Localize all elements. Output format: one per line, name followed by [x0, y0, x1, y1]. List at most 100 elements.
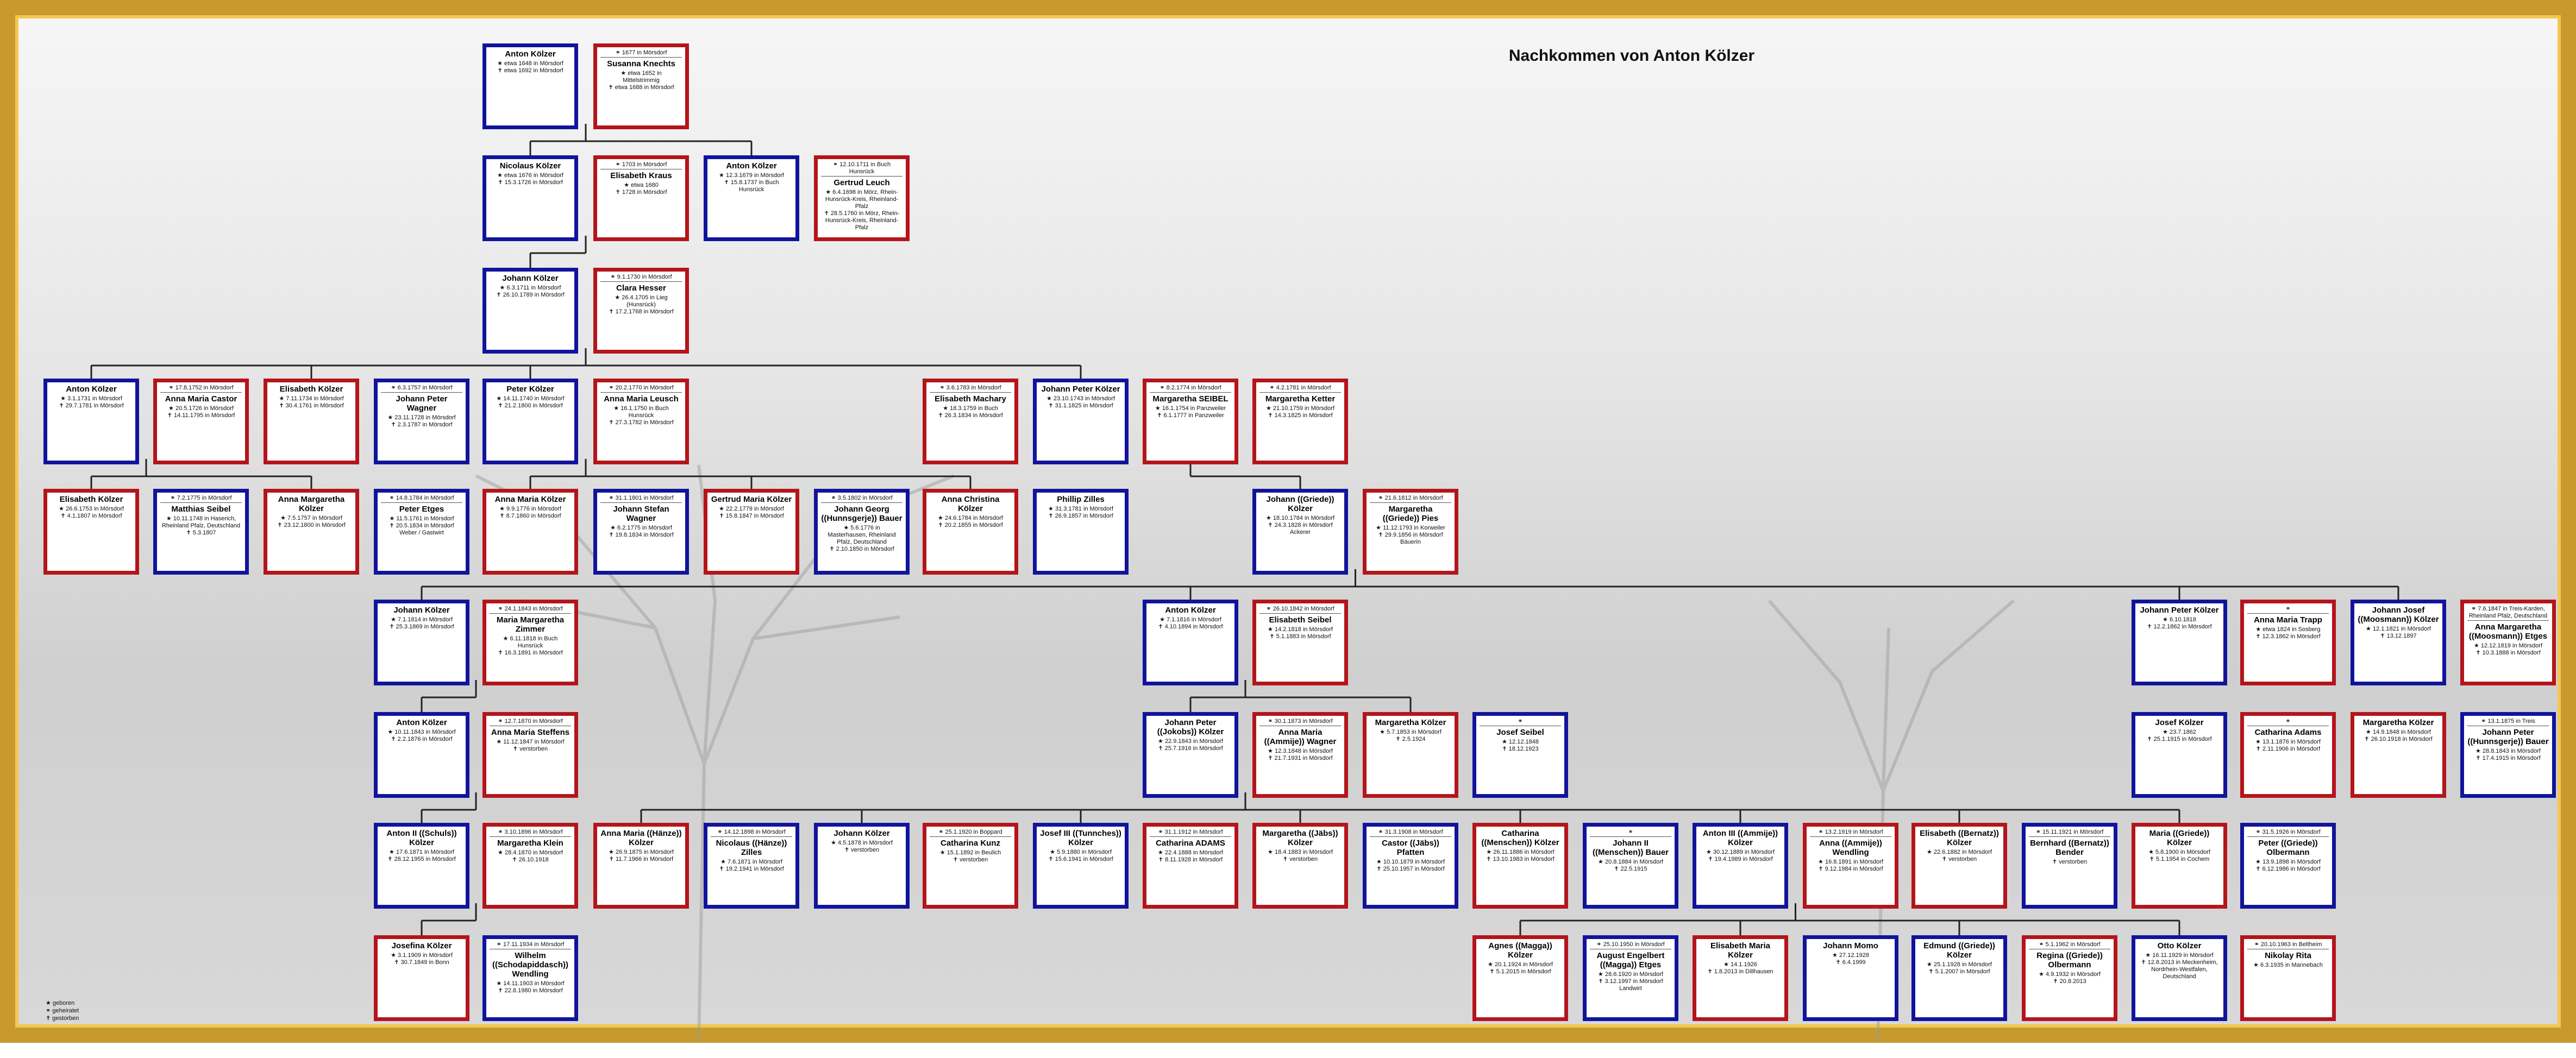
person-card[interactable]: Johann ((Griede)) Kölzer ★ 18.10.1784 in …	[1252, 489, 1348, 575]
person-card[interactable]: Johann Peter Kölzer ★ 23.10.1743 in Mörsd…	[1033, 379, 1129, 464]
person-card[interactable]: ⚭ 3.6.1783 in Mörsdorf Elisabeth Machary ★…	[923, 379, 1018, 464]
person-name: Nikolay Rita	[2265, 951, 2311, 960]
person-name: Nicolaus Kölzer	[499, 161, 561, 171]
person-card[interactable]: ⚭ 7.6.1847 in Treis-Karden, Rheinland Pf…	[2460, 600, 2556, 685]
person-card[interactable]: Johann Kölzer ★ 4.5.1878 in Mörsdorf ✝ ver…	[814, 823, 910, 909]
person-name: Johann Kölzer	[393, 606, 450, 615]
person-name: Johann Stefan Wagner	[613, 505, 669, 523]
person-card[interactable]: Maria ((Griede)) Kölzer ★ 5.8.1900 in Mör…	[2132, 823, 2227, 909]
person-card[interactable]: ⚭ 25.1.1920 in Boppard Catharina Kunz ★ 15…	[923, 823, 1018, 909]
marriage-date: ⚭ 21.6.1812 in Mörsdorf	[1370, 495, 1451, 503]
person-card[interactable]: Anton Kölzer ★ 12.3.1679 in Mörsdorf ✝ 15.…	[704, 155, 799, 241]
life-event: ★ 22.6.1882 in Mörsdorf	[1927, 849, 1992, 855]
person-card[interactable]: Catharina ((Menschen)) Kölzer ★ 26.11.188…	[1472, 823, 1568, 909]
marriage-date: ⚭ 25.1.1920 in Boppard	[930, 829, 1011, 837]
person-card[interactable]: Nicolaus Kölzer ★ etwa 1676 in Mörsdorf ✝ …	[482, 155, 578, 241]
person-card[interactable]: Agnes ((Magga)) Kölzer ★ 20.1.1924 in Mör…	[1472, 935, 1568, 1021]
person-card[interactable]: Peter Kölzer ★ 14.11.1740 in Mörsdorf ✝ 21…	[482, 379, 578, 464]
person-name: Anna Margaretha Kölzer	[278, 495, 345, 513]
person-card[interactable]: ⚭ Johann II ((Menschen)) Bauer ★ 20.8.1884…	[1583, 823, 1678, 909]
person-name: Anton II ((Schuls)) Kölzer	[386, 829, 457, 847]
person-card[interactable]: Josef Kölzer ★ 23.7.1862 ✝ 25.1.1915 in Mö…	[2132, 712, 2227, 798]
person-card[interactable]: Anton Kölzer ★ 7.1.1816 in Mörsdorf ✝ 4.10…	[1143, 600, 1238, 685]
person-card[interactable]: Margaretha Kölzer ★ 5.7.1853 in Mörsdorf ✝…	[1363, 712, 1458, 798]
person-card[interactable]: ⚭ 20.2.1770 in Mörsdorf Anna Maria Leusch…	[593, 379, 689, 464]
person-card[interactable]: ⚭ 9.1.1730 in Mörsdorf Clara Hesser ★ 26.4…	[593, 268, 689, 354]
person-card[interactable]: Anna Christina Kölzer ★ 24.6.1784 in Mörs…	[923, 489, 1018, 575]
person-card[interactable]: Anna Margaretha Kölzer ★ 7.5.1757 in Mörs…	[264, 489, 359, 575]
life-event: ★ 5.8.1900 in Mörsdorf	[2148, 849, 2210, 855]
life-event: ★ etwa 1652 in	[621, 70, 662, 77]
person-card[interactable]: ⚭ 12.10.1711 in Buch Hunsrück Gertrud Leu…	[814, 155, 910, 241]
person-card[interactable]: Anton II ((Schuls)) Kölzer ★ 17.6.1871 in…	[374, 823, 469, 909]
life-event: ✝ 4.1.1807 in Mörsdorf	[60, 513, 122, 519]
person-card[interactable]: Phillip Zilles ★ 31.3.1781 in Mörsdorf ✝ 2…	[1033, 489, 1129, 575]
person-card[interactable]: ⚭ 4.2.1781 in Mörsdorf Margaretha Ketter ★…	[1252, 379, 1348, 464]
person-card[interactable]: ⚭ 30.1.1873 in Mörsdorf Anna Maria ((Ammi…	[1252, 712, 1348, 798]
person-card[interactable]: Edmund ((Griede)) Kölzer ★ 25.1.1928 in M…	[1911, 935, 2007, 1021]
person-card[interactable]: Johann Josef ((Moosmann)) Kölzer ★ 12.1.1…	[2351, 600, 2446, 685]
person-card[interactable]: ⚭ 7.2.1775 in Mörsdorf Matthias Seibel ★ 1…	[153, 489, 249, 575]
person-card[interactable]: Elisabeth ((Bernatz)) Kölzer ★ 22.6.1882 …	[1911, 823, 2007, 909]
person-card[interactable]: ⚭ 24.1.1843 in Mörsdorf Maria Margaretha …	[482, 600, 578, 685]
person-card[interactable]: ⚭ Catharina Adams ★ 13.1.1876 in Mörsdorf ✝…	[2240, 712, 2336, 798]
person-card[interactable]: ⚭ 31.1.1912 in Mörsdorf Catharina ADAMS ★ …	[1143, 823, 1238, 909]
life-event: ✝ 26.10.1918	[512, 857, 549, 863]
life-event: ✝ 15.6.1941 in Mörsdorf	[1048, 856, 1113, 862]
person-card[interactable]: ⚭ 12.7.1870 in Mörsdorf Anna Maria Steffe…	[482, 712, 578, 798]
person-card[interactable]: Anna Maria Kölzer ★ 9.9.1776 in Mörsdorf ✝…	[482, 489, 578, 575]
person-card[interactable]: ⚭ 1677 in Mörsdorf Susanna Knechts ★ etwa …	[593, 43, 689, 129]
life-event: ★ 12.3.1679 in Mörsdorf	[719, 172, 784, 179]
life-event: ✝ 5.3.1807	[186, 530, 216, 536]
person-card[interactable]: Margaretha Kölzer ★ 14.9.1848 in Mörsdorf…	[2351, 712, 2446, 798]
person-card[interactable]: ⚭ Anna Maria Trapp ★ etwa 1824 in Sosberg ✝…	[2240, 600, 2336, 685]
person-card[interactable]: Anton Kölzer ★ etwa 1648 in Mörsdorf ✝ etw…	[482, 43, 578, 129]
life-event: ★ 12.1.1821 in Mörsdorf	[2366, 626, 2431, 632]
person-card[interactable]: ⚭ 3.10.1896 in Mörsdorf Margaretha Klein ★…	[482, 823, 578, 909]
life-event: ★ etwa 1680	[624, 182, 659, 188]
person-card[interactable]: Elisabeth Maria Kölzer ★ 14.1.1926 ✝ 1.8.2…	[1693, 935, 1788, 1021]
person-card[interactable]: ⚭ 31.5.1926 in Mörsdorf Peter ((Griede)) …	[2240, 823, 2336, 909]
person-card[interactable]: Johann Kölzer ★ 6.3.1711 in Mörsdorf ✝ 26.…	[482, 268, 578, 354]
person-card[interactable]: Otto Kölzer ★ 16.11.1929 in Mörsdorf ✝ 12.…	[2132, 935, 2227, 1021]
person-name: Anna Maria Trapp	[2254, 615, 2322, 625]
person-card[interactable]: Elisabeth Kölzer ★ 7.11.1734 in Mörsdorf ✝…	[264, 379, 359, 464]
person-card[interactable]: ⚭ 26.10.1842 in Mörsdorf Elisabeth Seibel…	[1252, 600, 1348, 685]
person-card[interactable]: ⚭ Josef Seibel ★ 12.12.1848 ✝ 18.12.1923	[1472, 712, 1568, 798]
person-card[interactable]: Anna Maria ((Hänze)) Kölzer ★ 26.9.1875 i…	[593, 823, 689, 909]
person-card[interactable]: Margaretha ((Jäbs)) Kölzer ★ 18.4.1883 in…	[1252, 823, 1348, 909]
person-card[interactable]: ⚭ 17.8.1752 in Mörsdorf Anna Maria Castor…	[153, 379, 249, 464]
person-card[interactable]: ⚭ 3.5.1802 in Mörsdorf Johann Georg ((Hun…	[814, 489, 910, 575]
person-card[interactable]: Elisabeth Kölzer ★ 26.6.1753 in Mörsdorf ✝…	[43, 489, 139, 575]
life-event: ★ 3.1.1909 in Mörsdorf	[391, 952, 453, 959]
person-card[interactable]: ⚭ 8.2.1774 in Mörsdorf Margaretha SEIBEL ★…	[1143, 379, 1238, 464]
person-card[interactable]: Josef III ((Tunnches)) Kölzer ★ 5.9.1880 …	[1033, 823, 1129, 909]
person-card[interactable]: Johann Kölzer ★ 7.1.1814 in Mörsdorf ✝ 25.…	[374, 600, 469, 685]
person-card[interactable]: ⚭ 14.8.1784 in Mörsdorf Peter Etges ★ 11.5…	[374, 489, 469, 575]
person-card[interactable]: ⚭ 15.11.1921 in Mörsdorf Bernhard ((Berna…	[2022, 823, 2117, 909]
person-name: Anton Kölzer	[1165, 606, 1216, 615]
person-card[interactable]: Josefina Kölzer ★ 3.1.1909 in Mörsdorf ✝ 3…	[374, 935, 469, 1021]
person-card[interactable]: ⚭ 5.1.1962 in Mörsdorf Regina ((Griede)) …	[2022, 935, 2117, 1021]
person-card[interactable]: ⚭ 1703 in Mörsdorf Elisabeth Kraus ★ etwa …	[593, 155, 689, 241]
person-card[interactable]: ⚭ 17.11.1934 in Mörsdorf Wilhelm ((Schoda…	[482, 935, 578, 1021]
person-card[interactable]: ⚭ 31.3.1908 in Mörsdorf Castor ((Jäbs)) P…	[1363, 823, 1458, 909]
person-card[interactable]: Anton Kölzer ★ 10.11.1843 in Mörsdorf ✝ 2.…	[374, 712, 469, 798]
person-card[interactable]: ⚭ 13.2.1919 in Mörsdorf Anna ((Ammije)) W…	[1803, 823, 1898, 909]
person-card[interactable]: Johann Momo ★ 27.12.1928 ✝ 6.4.1999	[1803, 935, 1898, 1021]
person-card[interactable]: ⚭ 31.1.1801 in Mörsdorf Johann Stefan Wag…	[593, 489, 689, 575]
person-card[interactable]: ⚭ 14.12.1898 in Mörsdorf Nicolaus ((Hänze…	[704, 823, 799, 909]
person-card[interactable]: Gertrud Maria Kölzer ★ 22.2.1779 in Mörsd…	[704, 489, 799, 575]
person-card[interactable]: Anton Kölzer ★ 3.1.1731 in Mörsdorf ✝ 29.7…	[43, 379, 139, 464]
life-event: ✝ verstorben	[1941, 856, 1977, 862]
person-card[interactable]: ⚭ 25.10.1950 in Mörsdorf August Engelbert…	[1583, 935, 1678, 1021]
person-card[interactable]: Anton III ((Ammije)) Kölzer ★ 30.12.1889 …	[1693, 823, 1788, 909]
person-card[interactable]: ⚭ 6.3.1757 in Mörsdorf Johann Peter Wagne…	[374, 379, 469, 464]
marriage-date: ⚭	[2247, 606, 2329, 614]
person-card[interactable]: Johann Peter Kölzer ★ 6.10.1818 ✝ 12.2.186…	[2132, 600, 2227, 685]
person-card[interactable]: ⚭ 21.6.1812 in Mörsdorf Margaretha ((Grie…	[1363, 489, 1458, 575]
person-card[interactable]: Johann Peter ((Jokobs)) Kölzer ★ 22.9.184…	[1143, 712, 1238, 798]
person-card[interactable]: ⚭ 20.10.1963 in Beltheim Nikolay Rita ★ 6.…	[2240, 935, 2336, 1021]
person-card[interactable]: ⚭ 13.1.1875 in Treis Johann Peter ((Hunns…	[2460, 712, 2556, 798]
person-name: Agnes ((Magga)) Kölzer	[1488, 941, 1552, 960]
